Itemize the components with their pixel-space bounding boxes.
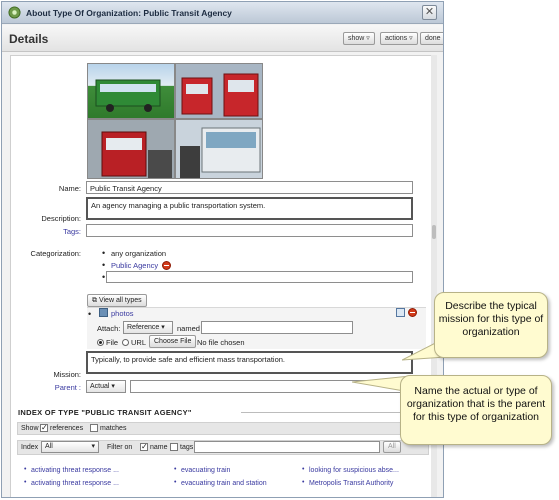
attach-type-value: Reference	[127, 324, 160, 331]
view-all-types-button[interactable]: ⧉ View all types	[87, 294, 147, 307]
index-filter-input[interactable]	[194, 441, 380, 453]
chevron-down-icon: ▾	[91, 443, 95, 450]
index-link[interactable]: evacuating train and station	[174, 479, 267, 487]
delete-icon[interactable]	[162, 261, 171, 270]
index-select[interactable]: All ▾	[41, 441, 99, 453]
mission-callout: Describe the typical mission for this ty…	[434, 292, 548, 358]
view-all-types-label: View all types	[98, 297, 142, 304]
photo-red-trams	[175, 63, 263, 119]
photo-tram-crowd	[87, 119, 175, 179]
page-title: Details	[9, 32, 49, 46]
description-textarea[interactable]: An agency managing a public transportati…	[86, 197, 413, 220]
window-titlebar[interactable]: About Type Of Organization: Public Trans…	[2, 2, 443, 24]
window-title: About Type Of Organization: Public Trans…	[26, 8, 232, 18]
index-link[interactable]: activating threat response ...	[24, 466, 119, 474]
attachment-icon	[99, 308, 108, 317]
index-label: Index	[21, 444, 39, 451]
parent-label[interactable]: Parent :	[55, 383, 81, 392]
done-label: done	[425, 35, 441, 42]
url-option-label: URL	[131, 338, 147, 347]
actions-menu-button[interactable]: actions ▿	[380, 32, 418, 45]
name-label: Name:	[58, 184, 81, 193]
category-item: any organization	[102, 248, 166, 258]
category-input[interactable]	[106, 271, 413, 283]
named-label: named	[177, 324, 200, 333]
done-button[interactable]: done	[420, 32, 443, 45]
index-title: INDEX OF TYPE "PUBLIC TRANSIT AGENCY"	[18, 408, 192, 417]
attach-label: Attach:	[97, 324, 121, 333]
references-checkbox[interactable]: ✓	[40, 424, 48, 432]
matches-checkbox[interactable]	[90, 424, 98, 432]
category-item-link[interactable]: Public Agency	[102, 260, 158, 270]
matches-label: matches	[100, 425, 127, 432]
photo-bus-station	[175, 119, 263, 179]
filter-on-label: Filter on	[107, 444, 133, 451]
mission-textarea[interactable]: Typically, to provide safe and efficient…	[86, 351, 413, 374]
details-header: Details show ▿ actions ▿ done	[2, 25, 443, 52]
tags-input[interactable]	[86, 224, 413, 237]
tram-crowd-image	[101, 131, 172, 178]
close-icon[interactable]: ✕	[422, 5, 437, 20]
mission-label: Mission:	[53, 370, 81, 379]
delete-icon[interactable]	[408, 308, 417, 317]
choose-file-button[interactable]: Choose File	[149, 335, 197, 348]
index-select-value: All	[45, 443, 53, 450]
tram-image	[181, 73, 259, 117]
attachment-link[interactable]: photos	[111, 309, 134, 318]
description-label: Description:	[41, 214, 81, 223]
chevron-down-icon: ▿	[409, 35, 413, 42]
chevron-down-icon: ▾	[111, 383, 115, 390]
bus-station-image	[180, 127, 261, 178]
parent-callout: Name the actual or type of organization …	[400, 375, 552, 445]
index-link[interactable]: looking for suspicious abse...	[302, 466, 399, 474]
index-link[interactable]: Metropolis Transit Authority	[302, 479, 393, 487]
attach-name-input[interactable]	[201, 321, 353, 334]
parent-kind-select[interactable]: Actual ▾	[86, 380, 126, 393]
name-input[interactable]: Public Transit Agency	[86, 181, 413, 194]
attach-type-select[interactable]: Reference ▾	[123, 321, 173, 334]
name-filter-label: name	[150, 444, 168, 451]
tags-filter-checkbox[interactable]	[170, 443, 178, 451]
index-link[interactable]: activating threat response ...	[24, 479, 119, 487]
chevron-down-icon: ▾	[161, 324, 165, 331]
url-radio[interactable]	[122, 339, 129, 346]
actions-label: actions	[385, 35, 408, 42]
copy-icon[interactable]	[396, 308, 405, 317]
references-label: references	[50, 425, 84, 432]
app-gear-icon	[8, 6, 21, 19]
details-panel: Name: Public Transit Agency An agency ma…	[10, 55, 435, 497]
about-window: About Type Of Organization: Public Trans…	[1, 1, 444, 498]
show-label: show	[348, 35, 365, 42]
categorization-label: Categorization:	[30, 249, 81, 258]
index-all-button[interactable]: All	[383, 441, 401, 453]
tags-label[interactable]: Tags:	[63, 227, 81, 236]
file-option-label: File	[106, 338, 119, 347]
chevron-down-icon: ▿	[366, 35, 370, 42]
no-file-chosen-text: No file chosen	[197, 338, 245, 347]
show-menu-button[interactable]: show ▿	[343, 32, 375, 45]
tags-filter-label: tags	[180, 444, 194, 451]
index-link[interactable]: evacuating train	[174, 466, 230, 474]
photo-green-bus	[87, 63, 175, 119]
bus-image	[95, 79, 161, 112]
show-label: Show	[21, 425, 39, 432]
scrollbar-thumb[interactable]	[432, 225, 436, 239]
name-filter-checkbox[interactable]: ✓	[140, 443, 148, 451]
view-all-icon: ⧉	[92, 297, 97, 304]
file-radio[interactable]	[97, 339, 104, 346]
parent-kind-value: Actual	[90, 383, 110, 390]
